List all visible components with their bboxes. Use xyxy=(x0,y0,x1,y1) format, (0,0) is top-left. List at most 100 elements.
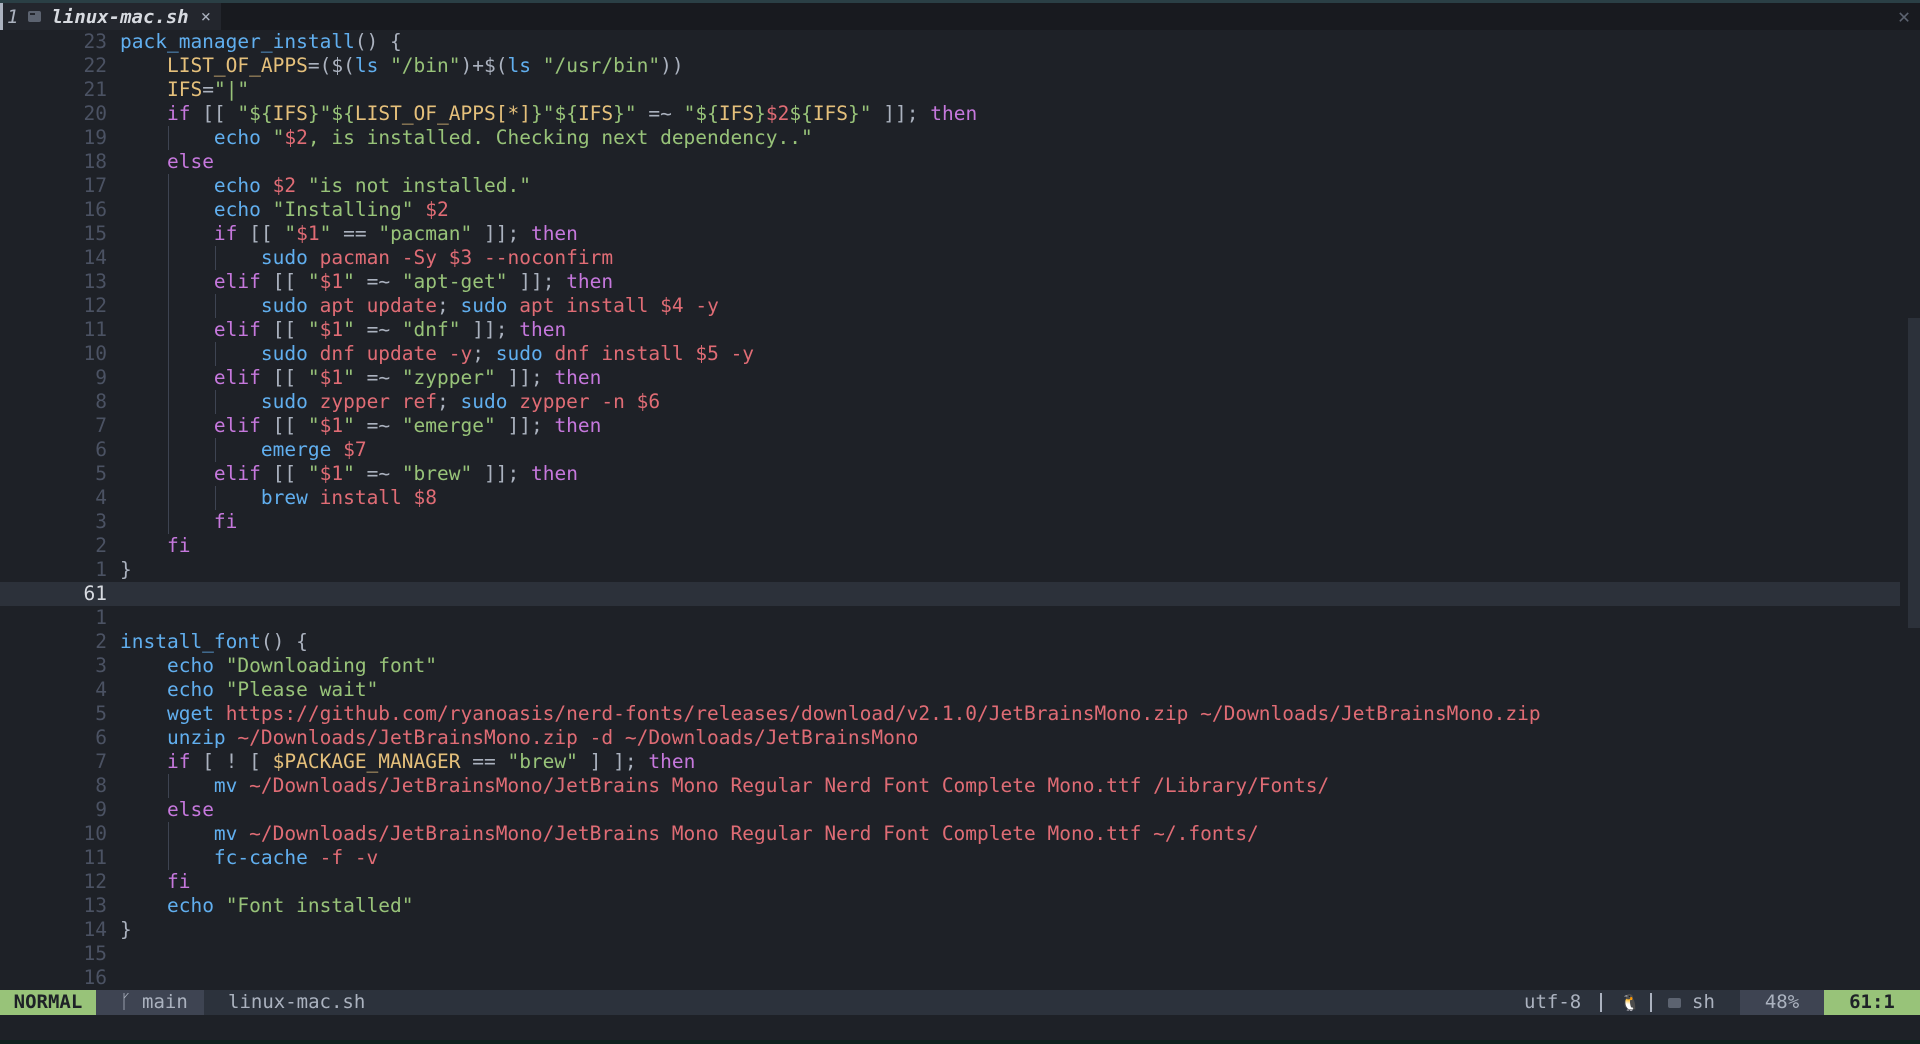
code-token: " xyxy=(284,222,297,245)
line-number: 7 xyxy=(95,750,107,773)
code-line[interactable]: 16 xyxy=(0,966,1900,990)
tabline: 1 linux-mac.sh × ✕ xyxy=(0,0,1920,30)
code-token: echo xyxy=(166,654,214,677)
code-line[interactable]: 14} xyxy=(0,918,1900,942)
code-line[interactable]: 1} xyxy=(0,558,1900,582)
code-line[interactable]: 3 echo "Downloading font" xyxy=(0,654,1900,678)
code-line[interactable]: 2 fi xyxy=(0,534,1900,558)
code-line[interactable]: 5 wget https://github.com/ryanoasis/nerd… xyxy=(0,702,1900,726)
code-token: mv xyxy=(213,774,238,797)
code-line[interactable]: 8 mv ~/Downloads/JetBrainsMono/JetBrains… xyxy=(0,774,1900,798)
code-line[interactable]: 9 elif [[ "$1" =~ "zypper" ]]; then xyxy=(0,366,1900,390)
code-token: echo xyxy=(166,894,214,917)
line-number: 19 xyxy=(83,126,107,149)
code-token: ; xyxy=(437,390,461,413)
code-token: "Installing" xyxy=(272,198,414,221)
code-line[interactable]: 2 install_font() { xyxy=(0,630,1900,654)
code-line[interactable]: 5 elif [[ "$1" =~ "brew" ]]; then xyxy=(0,462,1900,486)
code-token: =($( xyxy=(307,54,355,77)
code-line[interactable]: 16 echo "Installing" $2 xyxy=(0,198,1900,222)
code-token: then xyxy=(530,462,578,485)
line-number: 9 xyxy=(95,366,107,389)
code-line[interactable]: 6 unzip ~/Downloads/JetBrainsMono.zip -d… xyxy=(0,726,1900,750)
code-token: } xyxy=(120,558,132,581)
code-line[interactable]: 7 elif [[ "$1" =~ "emerge" ]]; then xyxy=(0,414,1900,438)
code-token: " xyxy=(307,462,320,485)
code-token: fi xyxy=(166,534,191,557)
code-line[interactable]: 11 elif [[ "$1" =~ "dnf" ]]; then xyxy=(0,318,1900,342)
code-line[interactable]: 4 brew install $8 xyxy=(0,486,1900,510)
tab-linux-mac-sh[interactable]: 1 linux-mac.sh × xyxy=(0,3,221,30)
code-token: ~/Downloads/JetBrainsMono/JetBrains Mono… xyxy=(249,774,1330,797)
code-line[interactable]: 14 sudo pacman -Sy $3 --noconfirm xyxy=(0,246,1900,270)
code-text: echo "Downloading font" xyxy=(120,654,437,678)
code-line[interactable]: 3 fi xyxy=(0,510,1900,534)
code-line[interactable]: 7 if [ ! [ $PACKAGE_MANAGER == "brew" ] … xyxy=(0,750,1900,774)
code-line[interactable]: 11 fc-cache -f -v xyxy=(0,846,1900,870)
code-token: " xyxy=(319,222,332,245)
code-text: else xyxy=(120,798,214,822)
code-text: IFS="|" xyxy=(120,78,249,102)
code-line[interactable]: 17 echo $2 "is not installed." xyxy=(0,174,1900,198)
code-token: --noconfirm xyxy=(483,246,614,269)
code-token: )) xyxy=(660,54,684,77)
code-token: ; xyxy=(472,342,496,365)
code-line[interactable]: 18 else xyxy=(0,150,1900,174)
code-line[interactable]: 12 fi xyxy=(0,870,1900,894)
code-line[interactable]: 13 elif [[ "$1" =~ "apt-get" ]]; then xyxy=(0,270,1900,294)
code-token: "pacman" xyxy=(378,222,473,245)
code-token: sudo xyxy=(495,342,543,365)
code-token: ~/Downloads/JetBrainsMono.zip -d ~/Downl… xyxy=(237,726,919,749)
code-token: "is not installed." xyxy=(307,174,531,197)
code-line[interactable]: 10 mv ~/Downloads/JetBrainsMono/JetBrain… xyxy=(0,822,1900,846)
code-text: sudo apt update; sudo apt install $4 -y xyxy=(120,294,719,318)
code-token: "brew" xyxy=(507,750,578,773)
code-token: $2 xyxy=(272,174,297,197)
code-line[interactable]: 15 xyxy=(0,942,1900,966)
code-line[interactable]: 9 else xyxy=(0,798,1900,822)
code-line[interactable]: 6 emerge $7 xyxy=(0,438,1900,462)
window-close-icon[interactable]: ✕ xyxy=(1898,4,1910,28)
line-number: 17 xyxy=(83,174,107,197)
code-line[interactable]: 8 sudo zypper ref; sudo zypper -n $6 xyxy=(0,390,1900,414)
code-token: "/bin" xyxy=(390,54,461,77)
code-line[interactable]: 22 LIST_OF_APPS=($(ls "/bin")+$(ls "/usr… xyxy=(0,54,1900,78)
code-token: IFS xyxy=(272,102,308,125)
code-line[interactable]: 13 echo "Font installed" xyxy=(0,894,1900,918)
code-line[interactable]: 1 xyxy=(0,606,1900,630)
code-token: $1 xyxy=(319,462,344,485)
editor-window: 1 linux-mac.sh × ✕ 23 pack_manager_instal… xyxy=(0,0,1920,1044)
code-line[interactable]: 15 if [[ "$1" == "pacman" ]]; then xyxy=(0,222,1900,246)
code-token: install xyxy=(319,486,414,509)
code-line[interactable]: 20 if [[ "${IFS}"${LIST_OF_APPS[*]}"${IF… xyxy=(0,102,1900,126)
code-line[interactable]: 4 echo "Please wait" xyxy=(0,678,1900,702)
code-line[interactable]: 21 IFS="|" xyxy=(0,78,1900,102)
code-token: $PACKAGE_MANAGER xyxy=(272,750,461,773)
code-line[interactable]: 23 pack_manager_install() { xyxy=(0,30,1900,54)
tab-close-icon[interactable]: × xyxy=(201,7,211,27)
code-text: elif [[ "$1" =~ "dnf" ]]; then xyxy=(120,318,566,342)
code-editor[interactable]: 23 pack_manager_install() {22 LIST_OF_APP… xyxy=(0,30,1920,990)
code-token: "apt-get" xyxy=(401,270,508,293)
branch-name: main xyxy=(142,991,188,1013)
code-token: $1 xyxy=(319,318,344,341)
code-text: fi xyxy=(120,510,237,534)
code-line[interactable]: 19 echo "$2, is installed. Checking next… xyxy=(0,126,1900,150)
code-token: else xyxy=(166,150,214,173)
code-line[interactable]: 10 sudo dnf update -y; sudo dnf install … xyxy=(0,342,1900,366)
scrollbar[interactable] xyxy=(1908,318,1920,628)
code-token: echo xyxy=(213,198,261,221)
code-text: emerge $7 xyxy=(120,438,367,462)
code-token: " xyxy=(343,270,355,293)
line-number: 23 xyxy=(83,30,107,53)
status-separator xyxy=(1650,993,1652,1012)
code-line[interactable]: 12 sudo apt update; sudo apt install $4 … xyxy=(0,294,1900,318)
code-line[interactable]: 61 xyxy=(0,582,1900,606)
code-token: "Downloading font" xyxy=(225,654,438,677)
status-file-name: linux-mac.sh xyxy=(228,991,366,1013)
line-number: 12 xyxy=(83,294,107,317)
